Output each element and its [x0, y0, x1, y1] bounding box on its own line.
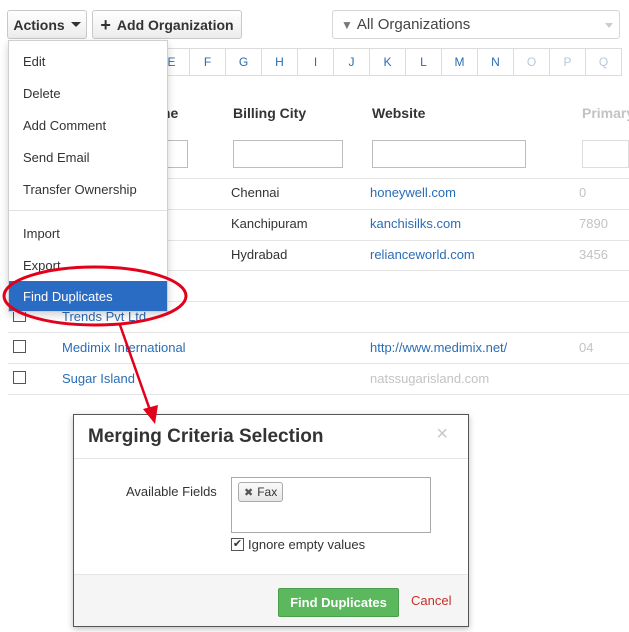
- primary-phone-cell: 3456: [579, 247, 608, 262]
- organization-name-link[interactable]: Medimix International: [62, 340, 186, 355]
- filter-icon: ▼: [341, 17, 353, 32]
- website-link[interactable]: relianceworld.com: [370, 247, 475, 262]
- selected-field-label: Fax: [257, 485, 278, 499]
- menu-item-edit[interactable]: Edit: [9, 46, 167, 76]
- row-checkbox[interactable]: [13, 340, 26, 353]
- close-icon[interactable]: ×: [436, 423, 448, 446]
- website-link[interactable]: kanchisilks.com: [370, 216, 461, 231]
- primary-filter-input[interactable]: [582, 140, 629, 168]
- alphabet-filter: E F G H I J K L M N O P Q: [153, 48, 622, 76]
- alpha-letter[interactable]: P: [549, 48, 586, 76]
- alpha-letter[interactable]: K: [369, 48, 406, 76]
- alpha-letter[interactable]: Q: [585, 48, 622, 76]
- chevron-down-icon: [605, 23, 613, 28]
- organization-filter-select[interactable]: ▼ All Organizations: [332, 10, 620, 39]
- alpha-letter[interactable]: G: [225, 48, 262, 76]
- menu-item-send-email[interactable]: Send Email: [9, 142, 167, 172]
- actions-dropdown-button[interactable]: Actions: [7, 10, 87, 39]
- column-header-billing-city[interactable]: Billing City: [233, 105, 306, 121]
- column-header-website[interactable]: Website: [372, 105, 425, 121]
- primary-phone-cell: 0: [579, 185, 587, 200]
- ignore-empty-values-option[interactable]: ✔ Ignore empty values: [231, 537, 365, 552]
- annotation-arrow-line: [118, 324, 153, 414]
- alpha-letter[interactable]: J: [333, 48, 370, 76]
- alpha-letter[interactable]: M: [441, 48, 478, 76]
- menu-item-transfer-ownership[interactable]: Transfer Ownership: [9, 174, 167, 204]
- actions-menu: Edit Delete Add Comment Send Email Trans…: [8, 40, 168, 312]
- dialog-title: Merging Criteria Selection: [88, 426, 324, 447]
- merging-criteria-dialog: Merging Criteria Selection × Available F…: [73, 414, 469, 627]
- website-link[interactable]: natssugarisland.com: [370, 371, 489, 386]
- billing-city-filter-input[interactable]: [233, 140, 343, 168]
- menu-item-export[interactable]: Export: [9, 250, 167, 280]
- available-fields-multiselect[interactable]: ✖ Fax: [231, 477, 431, 533]
- column-header-primary[interactable]: Primary: [582, 105, 629, 121]
- billing-city-cell: Hydrabad: [231, 247, 288, 262]
- website-filter-input[interactable]: [372, 140, 526, 168]
- alpha-letter[interactable]: N: [477, 48, 514, 76]
- primary-phone-cell: 7890: [579, 216, 608, 231]
- menu-divider: [9, 210, 167, 211]
- actions-label: Actions: [13, 16, 65, 33]
- find-duplicates-button[interactable]: Find Duplicates: [278, 588, 399, 617]
- alpha-letter[interactable]: L: [405, 48, 442, 76]
- primary-phone-cell: 04: [579, 340, 594, 355]
- alpha-letter[interactable]: H: [261, 48, 298, 76]
- website-link[interactable]: honeywell.com: [370, 185, 456, 200]
- row-divider: [8, 394, 629, 395]
- dialog-header-divider: [74, 458, 468, 459]
- menu-item-import[interactable]: Import: [9, 218, 167, 248]
- add-organization-button[interactable]: + Add Organization: [92, 10, 242, 39]
- website-link[interactable]: http://www.medimix.net/: [370, 340, 507, 355]
- remove-chip-icon[interactable]: ✖: [244, 486, 253, 499]
- alpha-letter[interactable]: F: [189, 48, 226, 76]
- alpha-letter[interactable]: O: [513, 48, 550, 76]
- billing-city-cell: Chennai: [231, 185, 280, 200]
- row-divider: [8, 332, 629, 333]
- menu-item-add-comment[interactable]: Add Comment: [9, 110, 167, 140]
- dialog-footer: Find Duplicates Cancel: [74, 574, 468, 626]
- organization-filter-value: All Organizations: [356, 16, 471, 33]
- alpha-letter[interactable]: I: [297, 48, 334, 76]
- row-checkbox[interactable]: [13, 371, 26, 384]
- plus-icon: +: [100, 14, 111, 35]
- ignore-empty-label: Ignore empty values: [248, 537, 366, 552]
- billing-city-cell: Kanchipuram: [231, 216, 308, 231]
- selected-field-chip[interactable]: ✖ Fax: [238, 482, 284, 502]
- menu-item-delete[interactable]: Delete: [9, 78, 167, 108]
- row-divider: [8, 363, 629, 364]
- organization-name-link[interactable]: Sugar Island: [62, 371, 135, 386]
- caret-down-icon: [70, 22, 81, 27]
- cancel-link[interactable]: Cancel: [411, 593, 451, 608]
- ignore-empty-checkbox[interactable]: ✔: [231, 538, 244, 551]
- add-organization-label: Add Organization: [116, 16, 234, 33]
- available-fields-label: Available Fields: [126, 484, 217, 499]
- menu-item-find-duplicates[interactable]: Find Duplicates: [9, 281, 167, 311]
